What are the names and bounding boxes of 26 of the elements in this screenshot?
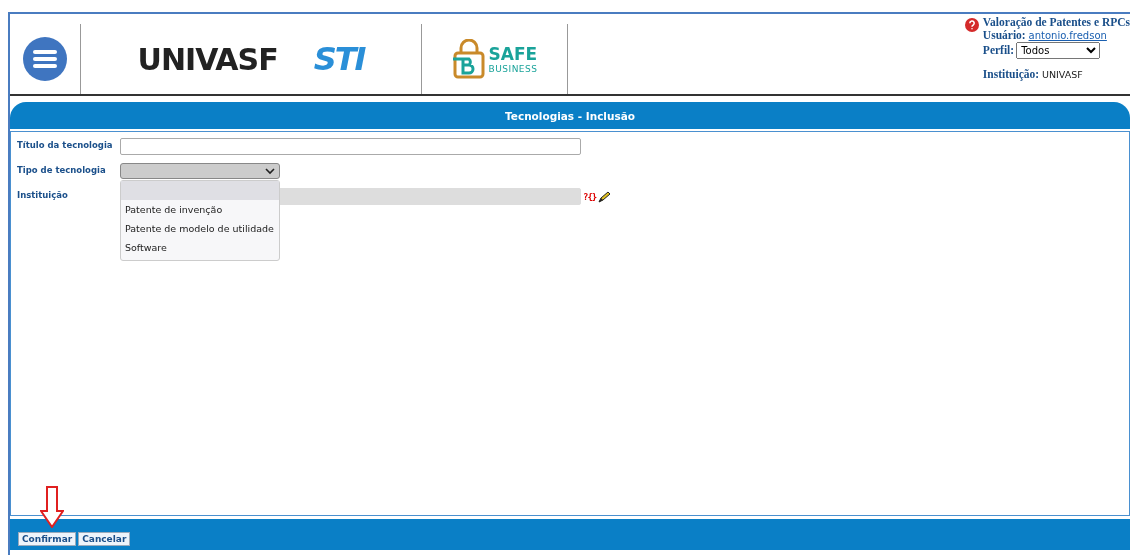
help-icon[interactable] [964,18,979,32]
field-label: Instituição [17,189,69,200]
menu-icon[interactable] [23,37,67,81]
app-title: Valoração de Patentes e RPCs [982,16,1130,28]
user-link[interactable]: antonio.fredson [1028,30,1107,41]
dropdown-option[interactable]: Software [121,238,279,257]
institution-value: UNIVASF [1041,69,1083,80]
field-label: Título da tecnologia [17,139,114,150]
type-select[interactable] [120,163,280,179]
form-button[interactable]: Confirmar [18,532,77,546]
university-logo: UNIVASF [137,41,278,77]
field-label: Tipo de tecnologia [17,164,107,175]
pencil-icon[interactable] [597,190,612,203]
dropdown-option[interactable]: Patente de invenção [121,200,279,219]
profile-select[interactable]: Todos [1016,42,1101,59]
dropdown-option[interactable]: Patente de modelo de utilidade [121,219,279,238]
down-arrow-icon [40,486,64,528]
sti-logo: STI [313,40,365,78]
form-button[interactable]: Cancelar [78,532,131,546]
institution-label: Instituição: [982,68,1040,80]
profile-label: Perfil: [982,44,1015,56]
panel-title-bar: Tecnologias - Inclusão [10,102,1130,129]
user-label: Usuário: [982,29,1026,41]
safe-business-logo: SAFE BUSINESS [451,39,538,79]
caret-icon [265,167,275,175]
title-input[interactable] [120,138,581,155]
